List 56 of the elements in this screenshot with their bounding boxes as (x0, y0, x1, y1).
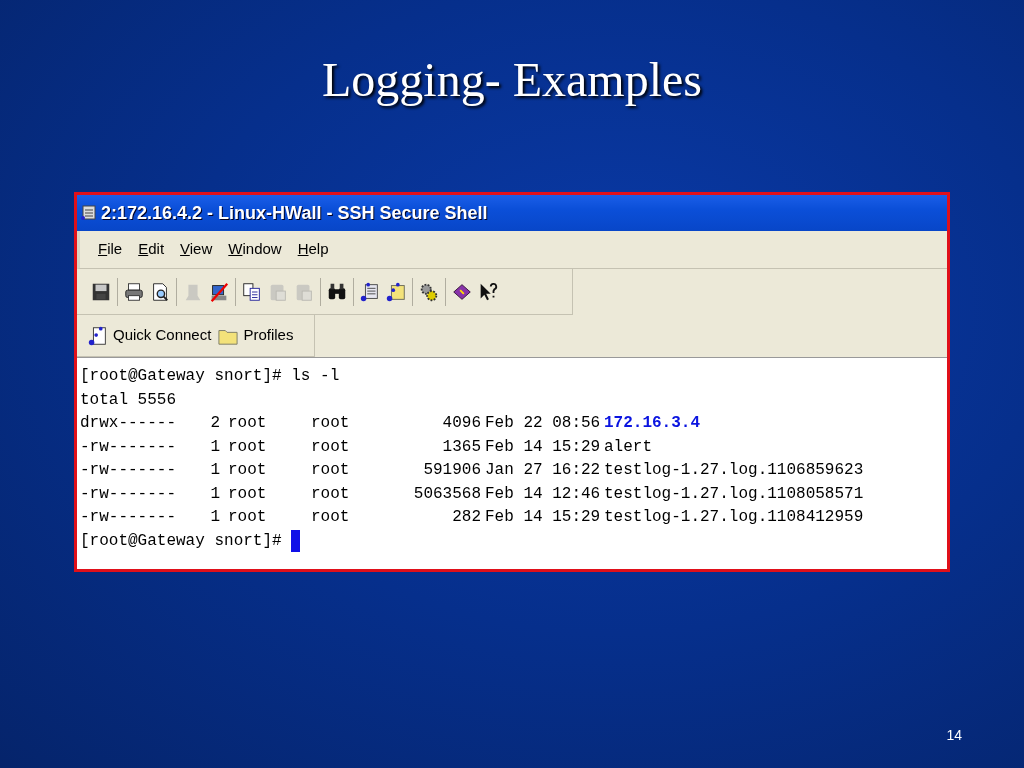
date-text: Feb 22 08:56 (485, 413, 602, 434)
file-name: testlog-1.27.log.1108058571 (604, 483, 864, 505)
owner-text: root (228, 413, 268, 434)
owner-text: root (228, 460, 268, 481)
file-size: 282 (451, 507, 481, 528)
shortcut-button[interactable]: Quick Connect (87, 324, 212, 347)
file-size: 4096 (441, 413, 481, 434)
link-count: 2 (209, 413, 220, 434)
quick-connect-icon (87, 324, 109, 347)
shell-prompt: [root@Gateway snort]# (80, 530, 282, 552)
file-name: testlog-1.27.log.1106859623 (604, 460, 864, 481)
file-size: 1365 (441, 436, 481, 458)
group-text: root (311, 483, 351, 505)
file-size: 591906 (422, 460, 481, 481)
directory-name: 172.16.3.4 (604, 413, 700, 434)
menu-item[interactable]: Help (297, 238, 329, 261)
permissions-text: -rw------- (80, 436, 177, 458)
menu-item[interactable]: View (180, 238, 213, 261)
date-text: Feb 14 12:46 (485, 483, 602, 505)
date-text: Jan 27 16:22 (485, 460, 602, 481)
link-count: 1 (209, 507, 220, 528)
terminal-app-icon (81, 205, 97, 221)
date-text: Feb 14 15:29 (485, 507, 602, 528)
file-size: 5063568 (412, 483, 481, 505)
text-cursor (290, 530, 300, 553)
window-title: 2:172.16.4.2 - Linux-HWall - SSH Secure Shell (101, 201, 488, 225)
terminal-window-icon (359, 280, 381, 303)
copy-icon (241, 280, 263, 303)
command-line: [root@Gateway snort]# ls -l (80, 366, 341, 387)
date-text: Feb 14 15:29 (485, 436, 602, 458)
menu-item[interactable]: Window (228, 238, 282, 261)
group-text: root (311, 507, 351, 528)
permissions-text: -rw------- (80, 460, 177, 481)
group-text: root (311, 413, 351, 434)
shortcut-button[interactable]: Profiles (217, 324, 294, 347)
permissions-text: drwx------ (80, 413, 177, 434)
owner-text: root (228, 507, 268, 528)
menu-item[interactable]: Edit (138, 238, 165, 261)
total-line: total 5556 (80, 389, 177, 411)
permissions-text: -rw------- (80, 507, 177, 528)
slide-title: Logging- Examples (322, 52, 702, 108)
permissions-text: -rw------- (80, 483, 177, 505)
printer-icon (123, 280, 145, 303)
owner-text: root (228, 483, 268, 505)
link-count: 1 (209, 483, 220, 505)
page-number: 14 (946, 726, 962, 745)
menu-item[interactable]: File (98, 238, 123, 261)
file-name: alert (604, 436, 652, 458)
group-text: root (311, 436, 351, 458)
file-name: testlog-1.27.log.1108412959 (604, 507, 864, 528)
link-count: 1 (209, 460, 220, 481)
folder-transfer-icon (385, 280, 407, 303)
link-count: 1 (209, 436, 220, 458)
disconnect-icon (208, 280, 230, 303)
group-text: root (311, 460, 351, 481)
owner-text: root (228, 436, 268, 458)
